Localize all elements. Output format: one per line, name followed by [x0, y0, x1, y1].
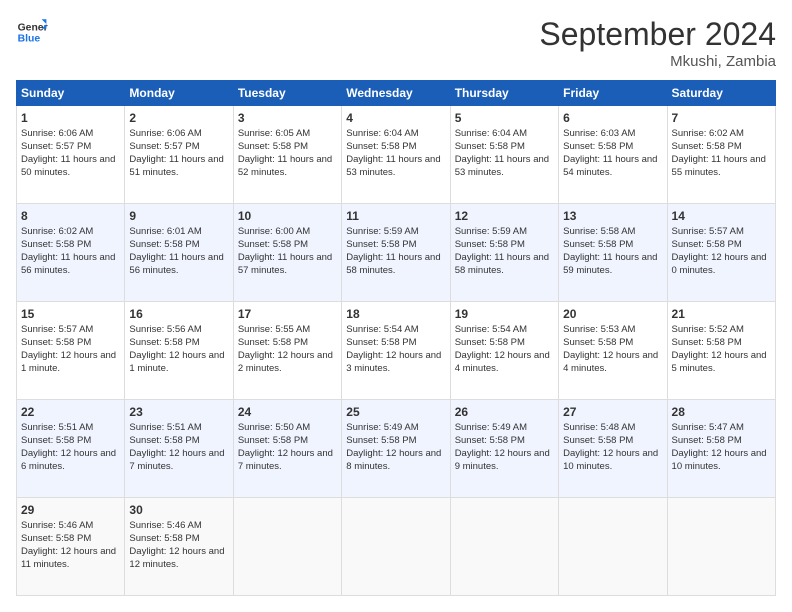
page: General Blue September 2024 Mkushi, Zamb…	[0, 0, 792, 612]
title-block: September 2024 Mkushi, Zambia	[539, 16, 776, 70]
calendar-cell	[559, 498, 667, 596]
calendar-week-0: 1Sunrise: 6:06 AMSunset: 5:57 PMDaylight…	[17, 106, 776, 204]
header-friday: Friday	[559, 81, 667, 106]
calendar-week-4: 29Sunrise: 5:46 AMSunset: 5:58 PMDayligh…	[17, 498, 776, 596]
month-year: September 2024	[539, 16, 776, 53]
day-number: 13	[563, 208, 662, 224]
day-number: 23	[129, 404, 228, 420]
calendar-cell: 1Sunrise: 6:06 AMSunset: 5:57 PMDaylight…	[17, 106, 125, 204]
calendar-cell: 17Sunrise: 5:55 AMSunset: 5:58 PMDayligh…	[233, 302, 341, 400]
calendar-cell: 20Sunrise: 5:53 AMSunset: 5:58 PMDayligh…	[559, 302, 667, 400]
calendar-cell: 24Sunrise: 5:50 AMSunset: 5:58 PMDayligh…	[233, 400, 341, 498]
calendar-cell: 14Sunrise: 5:57 AMSunset: 5:58 PMDayligh…	[667, 204, 775, 302]
logo: General Blue	[16, 16, 48, 48]
calendar-cell: 16Sunrise: 5:56 AMSunset: 5:58 PMDayligh…	[125, 302, 233, 400]
day-number: 24	[238, 404, 337, 420]
calendar-week-1: 8Sunrise: 6:02 AMSunset: 5:58 PMDaylight…	[17, 204, 776, 302]
calendar-cell: 15Sunrise: 5:57 AMSunset: 5:58 PMDayligh…	[17, 302, 125, 400]
day-number: 7	[672, 110, 771, 126]
day-number: 30	[129, 502, 228, 518]
weekday-header-row: Sunday Monday Tuesday Wednesday Thursday…	[17, 81, 776, 106]
header-tuesday: Tuesday	[233, 81, 341, 106]
day-number: 5	[455, 110, 554, 126]
calendar-cell	[667, 498, 775, 596]
calendar-week-2: 15Sunrise: 5:57 AMSunset: 5:58 PMDayligh…	[17, 302, 776, 400]
calendar-cell: 11Sunrise: 5:59 AMSunset: 5:58 PMDayligh…	[342, 204, 450, 302]
day-number: 3	[238, 110, 337, 126]
calendar-cell	[450, 498, 558, 596]
calendar-cell: 25Sunrise: 5:49 AMSunset: 5:58 PMDayligh…	[342, 400, 450, 498]
day-number: 1	[21, 110, 120, 126]
day-number: 2	[129, 110, 228, 126]
calendar-cell: 28Sunrise: 5:47 AMSunset: 5:58 PMDayligh…	[667, 400, 775, 498]
header-wednesday: Wednesday	[342, 81, 450, 106]
header-thursday: Thursday	[450, 81, 558, 106]
header-saturday: Saturday	[667, 81, 775, 106]
day-number: 4	[346, 110, 445, 126]
header: General Blue September 2024 Mkushi, Zamb…	[16, 16, 776, 70]
calendar-cell: 5Sunrise: 6:04 AMSunset: 5:58 PMDaylight…	[450, 106, 558, 204]
day-number: 21	[672, 306, 771, 322]
calendar-cell: 12Sunrise: 5:59 AMSunset: 5:58 PMDayligh…	[450, 204, 558, 302]
svg-text:Blue: Blue	[18, 34, 41, 45]
calendar-cell: 29Sunrise: 5:46 AMSunset: 5:58 PMDayligh…	[17, 498, 125, 596]
calendar-cell: 2Sunrise: 6:06 AMSunset: 5:57 PMDaylight…	[125, 106, 233, 204]
calendar-cell: 18Sunrise: 5:54 AMSunset: 5:58 PMDayligh…	[342, 302, 450, 400]
day-number: 27	[563, 404, 662, 420]
location: Mkushi, Zambia	[539, 53, 776, 70]
calendar-cell: 9Sunrise: 6:01 AMSunset: 5:58 PMDaylight…	[125, 204, 233, 302]
calendar-cell: 21Sunrise: 5:52 AMSunset: 5:58 PMDayligh…	[667, 302, 775, 400]
day-number: 9	[129, 208, 228, 224]
logo-icon: General Blue	[16, 16, 48, 48]
calendar-cell: 13Sunrise: 5:58 AMSunset: 5:58 PMDayligh…	[559, 204, 667, 302]
calendar-cell: 30Sunrise: 5:46 AMSunset: 5:58 PMDayligh…	[125, 498, 233, 596]
calendar-cell: 27Sunrise: 5:48 AMSunset: 5:58 PMDayligh…	[559, 400, 667, 498]
day-number: 11	[346, 208, 445, 224]
day-number: 20	[563, 306, 662, 322]
day-number: 29	[21, 502, 120, 518]
calendar-cell: 19Sunrise: 5:54 AMSunset: 5:58 PMDayligh…	[450, 302, 558, 400]
calendar-cell	[233, 498, 341, 596]
day-number: 17	[238, 306, 337, 322]
day-number: 19	[455, 306, 554, 322]
day-number: 25	[346, 404, 445, 420]
calendar-cell: 26Sunrise: 5:49 AMSunset: 5:58 PMDayligh…	[450, 400, 558, 498]
calendar-cell: 8Sunrise: 6:02 AMSunset: 5:58 PMDaylight…	[17, 204, 125, 302]
calendar-cell: 4Sunrise: 6:04 AMSunset: 5:58 PMDaylight…	[342, 106, 450, 204]
calendar-cell: 10Sunrise: 6:00 AMSunset: 5:58 PMDayligh…	[233, 204, 341, 302]
day-number: 18	[346, 306, 445, 322]
calendar-table: Sunday Monday Tuesday Wednesday Thursday…	[16, 80, 776, 596]
calendar-cell: 7Sunrise: 6:02 AMSunset: 5:58 PMDaylight…	[667, 106, 775, 204]
header-monday: Monday	[125, 81, 233, 106]
day-number: 15	[21, 306, 120, 322]
calendar-cell: 22Sunrise: 5:51 AMSunset: 5:58 PMDayligh…	[17, 400, 125, 498]
calendar-cell: 6Sunrise: 6:03 AMSunset: 5:58 PMDaylight…	[559, 106, 667, 204]
day-number: 6	[563, 110, 662, 126]
day-number: 8	[21, 208, 120, 224]
calendar-cell: 23Sunrise: 5:51 AMSunset: 5:58 PMDayligh…	[125, 400, 233, 498]
day-number: 16	[129, 306, 228, 322]
calendar-cell	[342, 498, 450, 596]
calendar-cell: 3Sunrise: 6:05 AMSunset: 5:58 PMDaylight…	[233, 106, 341, 204]
day-number: 22	[21, 404, 120, 420]
day-number: 14	[672, 208, 771, 224]
day-number: 28	[672, 404, 771, 420]
day-number: 26	[455, 404, 554, 420]
calendar-week-3: 22Sunrise: 5:51 AMSunset: 5:58 PMDayligh…	[17, 400, 776, 498]
day-number: 10	[238, 208, 337, 224]
day-number: 12	[455, 208, 554, 224]
header-sunday: Sunday	[17, 81, 125, 106]
